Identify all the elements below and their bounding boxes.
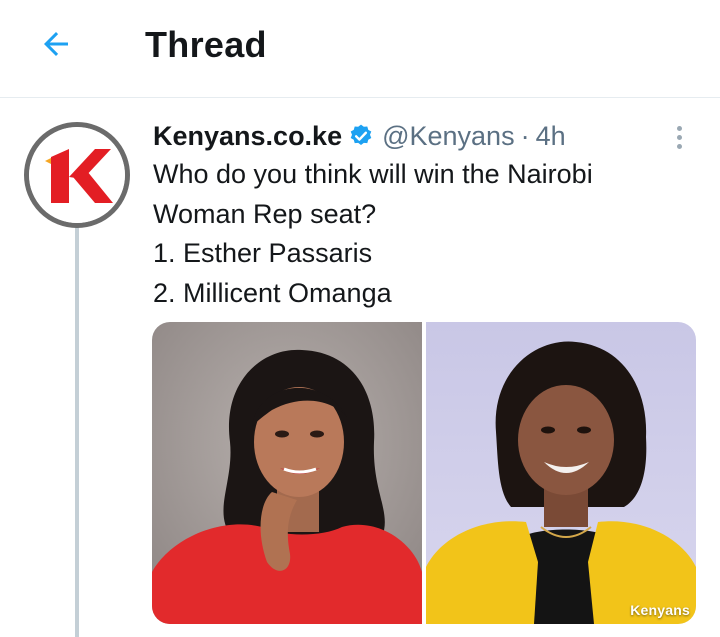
tweet-timestamp[interactable]: 4h [536,121,566,152]
photo-right[interactable]: Kenyans [426,322,696,624]
more-dot [676,143,682,149]
portrait-woman-yellow-image [426,322,696,624]
top-bar: Thread [0,0,720,98]
avatar[interactable] [24,122,130,228]
tweet-text-line: Who do you think will win the Nairobi [153,159,593,189]
media-watermark: Kenyans [630,602,690,618]
author-handle[interactable]: @Kenyans [382,121,514,152]
tweet-text-line: Woman Rep seat? [153,198,377,229]
more-dot [676,134,682,140]
back-button[interactable] [34,22,78,66]
arrow-left-icon [44,32,68,56]
tweet-header: Kenyans.co.ke @Kenyans · 4h [153,118,566,154]
meta-separator: · [520,120,530,151]
verified-badge-icon [348,123,374,149]
tweet-text-line: 2. Millicent Omanga [153,277,392,308]
photo-left[interactable] [152,322,422,624]
thread-connector-line [75,226,79,637]
page-title: Thread [145,24,267,65]
kenyans-logo-icon [29,127,125,223]
portrait-woman-red-image [152,322,422,624]
more-vertical-icon [676,125,682,131]
tweet-text: Who do you think will win the Nairobi Wo… [153,155,693,313]
author-display-name[interactable]: Kenyans.co.ke [153,121,342,152]
tweet-media[interactable]: Kenyans [152,322,696,624]
tweet-text-line: 1. Esther Passaris [153,238,373,268]
more-options-button[interactable] [664,120,694,154]
